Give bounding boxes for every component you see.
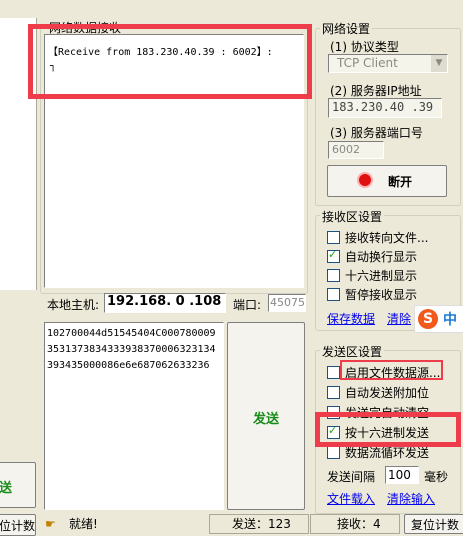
- local-host-label: 本地主机:: [47, 298, 100, 312]
- record-icon: [359, 174, 371, 186]
- status-received: 接收：4: [310, 514, 400, 534]
- local-host-ip: 192.168. 0 .108: [107, 294, 222, 309]
- protocol-select[interactable]: TCP Client ▼: [328, 54, 448, 73]
- send-button[interactable]: 发送: [227, 322, 305, 510]
- hex-display-checkbox[interactable]: [327, 269, 340, 282]
- server-port-field[interactable]: 6002: [328, 141, 384, 159]
- status-ready: ☛ 就绪!: [40, 514, 208, 534]
- interval-unit: 毫秒: [424, 470, 449, 484]
- loop-send-checkbox[interactable]: [327, 446, 340, 459]
- receive-settings-title: 接收区设置: [320, 208, 385, 225]
- local-port-value: 45075: [270, 296, 305, 309]
- server-port-label: (3) 服务器端口号: [330, 126, 423, 140]
- status-sent-text: 发送：123: [232, 517, 291, 531]
- server-ip-field[interactable]: 183.230.40 .39: [328, 98, 442, 118]
- append-bit-checkbox[interactable]: [327, 386, 340, 399]
- wrap-label: 自动换行显示: [345, 250, 418, 264]
- redirect-checkbox[interactable]: [327, 231, 340, 244]
- disconnect-label: 断开: [388, 175, 413, 189]
- disconnect-button[interactable]: 断开: [327, 165, 447, 197]
- left-send-button-fragment[interactable]: 送: [0, 462, 36, 508]
- server-ip-label: (2) 服务器IP地址: [330, 84, 422, 98]
- wrap-checkbox[interactable]: [327, 248, 340, 263]
- protocol-label: (1) 协议类型: [330, 40, 399, 54]
- clear-receive-link[interactable]: 清除: [387, 310, 411, 327]
- interval-label: 发送间隔: [327, 470, 376, 484]
- hex-send-highlight-box: [315, 412, 461, 447]
- file-source-checkbox[interactable]: [327, 366, 340, 379]
- hand-pointer-icon: ☛: [45, 517, 56, 531]
- save-data-link[interactable]: 保存数据: [327, 310, 375, 327]
- interval-field[interactable]: 100: [385, 466, 419, 484]
- protocol-select-value: TCP Client: [337, 56, 398, 70]
- server-port-value: 6002: [332, 143, 360, 156]
- send-button-label: 发送: [253, 412, 280, 427]
- status-received-text: 接收：4: [337, 517, 381, 531]
- reset-count-button[interactable]: 复位计数: [404, 514, 463, 534]
- send-text-area[interactable]: 102700044d51545404C000780009353137383433…: [44, 322, 224, 510]
- local-host-field: 192.168. 0 .108: [104, 293, 226, 313]
- local-port-field: 45075: [268, 294, 306, 312]
- ime-badge[interactable]: S 中: [414, 305, 463, 333]
- interval-value: 100: [388, 468, 411, 482]
- hex-display-label: 十六进制显示: [345, 269, 418, 283]
- port-label: 端口:: [233, 298, 262, 312]
- send-text-content: 102700044d51545404C000780009353137383433…: [47, 328, 216, 371]
- pause-checkbox[interactable]: [327, 288, 340, 301]
- left-reset-button-fragment[interactable]: 位计数: [0, 514, 36, 536]
- left-reset-label: 位计数: [0, 519, 36, 533]
- left-send-button-label: 送: [0, 481, 13, 496]
- status-sent: 发送：123: [209, 514, 309, 534]
- redirect-label: 接收转向文件...: [345, 231, 429, 245]
- network-group-title: 网络设置: [320, 20, 373, 37]
- file-source-highlight-box: [340, 360, 443, 380]
- ime-mode-label: 中: [443, 312, 457, 328]
- append-bit-label: 自动发送附加位: [345, 386, 430, 400]
- status-ready-text: 就绪!: [69, 517, 98, 531]
- pause-label: 暂停接收显示: [345, 288, 418, 302]
- clear-input-link[interactable]: 清除输入: [387, 490, 435, 507]
- send-settings-title: 发送区设置: [320, 343, 385, 360]
- load-file-link[interactable]: 文件载入: [327, 490, 375, 507]
- receive-highlight-box: [28, 24, 312, 99]
- sogou-logo-icon: S: [418, 309, 438, 329]
- chevron-down-icon[interactable]: ▼: [431, 55, 447, 72]
- reset-count-label: 复位计数: [411, 518, 460, 532]
- server-ip-value: 183.230.40 .39: [332, 100, 434, 114]
